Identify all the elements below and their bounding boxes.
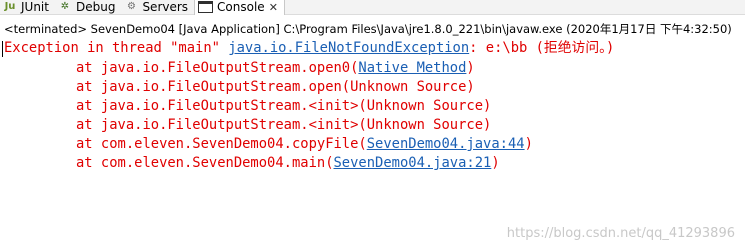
stack-1-suffix: ): [466, 60, 475, 76]
console-line-stack-6: at com.eleven.SevenDemo04.main(SevenDemo…: [76, 154, 500, 173]
exception-suffix: : e:\bb (拒绝访问。): [469, 40, 615, 56]
tab-junit[interactable]: Ju JUnit: [0, 0, 55, 14]
console-line-stack-5: at com.eleven.SevenDemo04.copyFile(Seven…: [76, 135, 533, 154]
view-tab-bar: Ju JUnit ✲ Debug ⚙ Servers Console ✕: [0, 0, 745, 15]
exception-class-link[interactable]: java.io.FileNotFoundException: [228, 40, 469, 56]
stack-5-suffix: ): [524, 136, 533, 152]
text-caret: [2, 41, 3, 57]
console-line-stack-2: at java.io.FileOutputStream.open(Unknown…: [76, 79, 475, 95]
console-line-stack-3: at java.io.FileOutputStream.<init>(Unkno…: [76, 98, 492, 114]
tab-debug-label: Debug: [75, 0, 116, 14]
debug-icon: ✲: [60, 1, 70, 12]
stack-1-prefix: at java.io.FileOutputStream.open0(: [76, 60, 359, 76]
exception-prefix: Exception in thread "main": [4, 40, 229, 56]
tab-console-label: Console: [217, 0, 265, 14]
watermark: https://blog.csdn.net/qq_41293896: [506, 226, 735, 241]
console-status-label: <terminated> SevenDemo04 [Java Applicati…: [4, 22, 732, 36]
native-method-link[interactable]: Native Method: [358, 60, 466, 76]
console-line-stack-1: at java.io.FileOutputStream.open0(Native…: [76, 59, 475, 78]
stack-6-prefix: at com.eleven.SevenDemo04.main(: [76, 155, 334, 171]
junit-icon: Ju: [4, 1, 16, 12]
tab-console[interactable]: Console ✕: [194, 0, 285, 15]
console-output[interactable]: Exception in thread "main" java.io.FileN…: [0, 38, 745, 247]
tab-servers-label: Servers: [142, 0, 189, 14]
tab-junit-label: JUnit: [21, 0, 49, 14]
tab-debug[interactable]: ✲ Debug: [55, 0, 121, 14]
servers-icon: ⚙: [126, 1, 136, 12]
console-icon: [198, 1, 214, 13]
source-link-copyfile[interactable]: SevenDemo04.java:44: [367, 136, 525, 152]
source-link-main[interactable]: SevenDemo04.java:21: [334, 155, 492, 171]
close-icon[interactable]: ✕: [269, 1, 278, 14]
console-line-exception: Exception in thread "main" java.io.FileN…: [4, 39, 614, 58]
stack-5-prefix: at com.eleven.SevenDemo04.copyFile(: [76, 136, 367, 152]
console-line-stack-4: at java.io.FileOutputStream.<init>(Unkno…: [76, 117, 492, 133]
stack-6-suffix: ): [491, 155, 500, 171]
tab-servers[interactable]: ⚙ Servers: [121, 0, 194, 14]
